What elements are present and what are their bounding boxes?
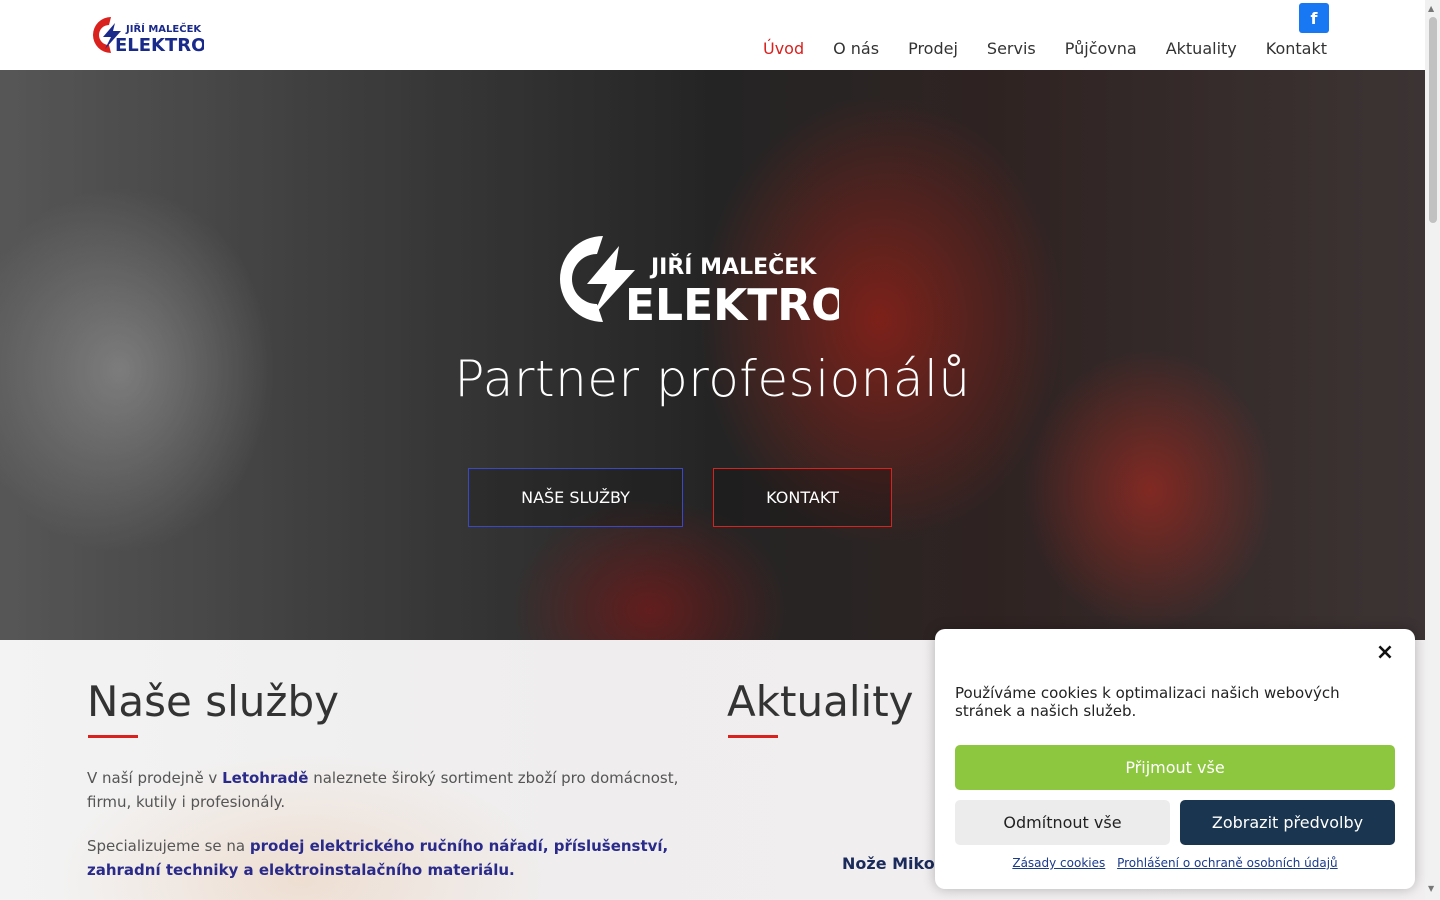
accept-all-button[interactable]: Přijmout vše — [955, 745, 1395, 790]
scroll-down-icon[interactable]: ▼ — [1428, 884, 1434, 893]
show-preferences-button[interactable]: Zobrazit předvolby — [1180, 800, 1395, 845]
scroll-thumb[interactable] — [1429, 17, 1437, 223]
nav-item-servis[interactable]: Servis — [987, 39, 1036, 58]
services-button[interactable]: NAŠE SLUŽBY — [468, 468, 683, 527]
cookie-consent-panel: × Používáme cookies k optimalizaci našic… — [935, 629, 1415, 889]
services-p1-before: V naší prodejně v — [87, 769, 223, 787]
deny-all-button[interactable]: Odmítnout vše — [955, 800, 1170, 845]
logo-top-text: JIŘÍ MALEČEK — [125, 22, 202, 35]
services-paragraph-1: V naší prodejně v Letohradě naleznete ši… — [87, 766, 687, 814]
page-scrollbar[interactable]: ▲ ▼ — [1425, 0, 1440, 900]
scroll-up-icon[interactable]: ▲ — [1428, 4, 1434, 13]
services-p2-before: Specializujeme se na — [87, 837, 250, 855]
news-item-link[interactable]: Nože Mikov — [842, 854, 945, 873]
services-title-underline — [88, 735, 138, 738]
news-title: Aktuality — [727, 677, 914, 726]
facebook-icon[interactable]: f — [1299, 3, 1329, 33]
site-header: JIŘÍ MALEČEK ELEKTRO f Úvod O nás Prodej… — [0, 0, 1425, 70]
contact-button[interactable]: KONTAKT — [713, 468, 892, 527]
hero-logo-bottom-text: ELEKTRO — [625, 280, 839, 327]
close-icon[interactable]: × — [1375, 642, 1395, 664]
news-title-underline — [728, 735, 778, 738]
hero-logo: JIŘÍ MALEČEK ELEKTRO — [560, 236, 839, 327]
nav-item-kontakt[interactable]: Kontakt — [1266, 39, 1327, 58]
hero-banner: JIŘÍ MALEČEK ELEKTRO Partner profesionál… — [0, 70, 1425, 640]
main-nav: Úvod O nás Prodej Servis Půjčovna Aktual… — [734, 39, 1327, 58]
hero-title: Partner profesionálů — [454, 350, 971, 408]
hero-logo-top-text: JIŘÍ MALEČEK — [649, 254, 817, 280]
nav-item-o-nas[interactable]: O nás — [833, 39, 879, 58]
nav-item-aktuality[interactable]: Aktuality — [1166, 39, 1237, 58]
services-paragraph-2: Specializujeme se na prodej elektrického… — [87, 834, 687, 882]
logo-bottom-text: ELEKTRO — [115, 35, 204, 55]
cookie-message: Používáme cookies k optimalizaci našich … — [955, 684, 1340, 720]
nav-item-uvod[interactable]: Úvod — [763, 39, 804, 58]
nav-item-pujcovna[interactable]: Půjčovna — [1065, 39, 1137, 58]
letohrad-link[interactable]: Letohradě — [222, 769, 308, 787]
cookie-policy-link[interactable]: Zásady cookies — [1012, 856, 1105, 870]
services-title: Naše služby — [87, 677, 339, 726]
nav-item-prodej[interactable]: Prodej — [908, 39, 958, 58]
privacy-policy-link[interactable]: Prohlášení o ochraně osobních údajů — [1117, 856, 1338, 870]
cookie-links: Zásady cookies Prohlášení o ochraně osob… — [935, 856, 1415, 870]
brand-logo[interactable]: JIŘÍ MALEČEK ELEKTRO — [89, 15, 204, 55]
